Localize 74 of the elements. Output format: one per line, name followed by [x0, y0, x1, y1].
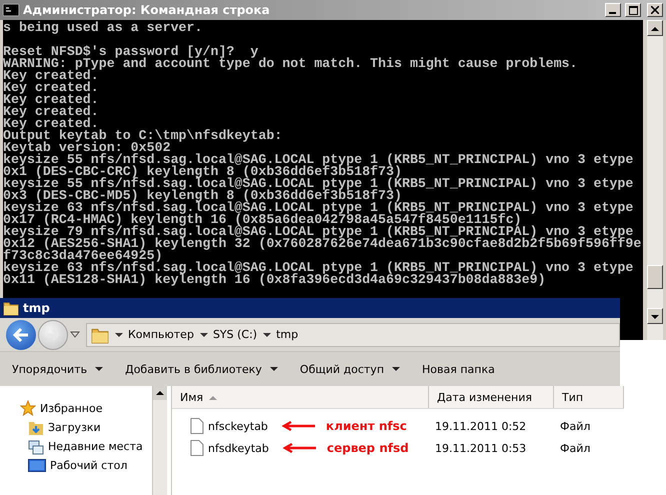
console-line: 0x3 (DES-CBC-MD5) keylength 8 (0xb36dd6ef3b518f73) [3, 190, 402, 202]
console-line: Output keytab to C:\tmp\nfsdkeytab: [3, 130, 284, 142]
folder-icon [3, 300, 19, 316]
column-header[interactable]: Имя [172, 386, 429, 408]
date-cell-text: 19.11.2011 0:52 [434, 420, 528, 432]
breadcrumb[interactable]: SYS (C:) [212, 328, 258, 341]
caret-icon[interactable] [115, 332, 123, 338]
annotation: клиент nfsc [326, 419, 407, 433]
console-line: Key created. [3, 70, 99, 82]
caret-icon[interactable] [263, 332, 272, 338]
window-title: Администратор: Командная строка [23, 3, 271, 17]
nav-header[interactable]: Избранное [40, 402, 102, 414]
console-line: Key created. [3, 118, 99, 130]
console-line: 0x11 (AES128-SHA1) keylength 16 (0x8fa396ecd3d4a69c329437b08da883e9) [3, 274, 547, 286]
console-line: keysize 55 nfs/nfsd.sag.local@SAG.LOCAL ptype 1 (KRB5_NT_PRINCIPAL) vno 3 etype [3, 154, 634, 166]
caret-icon [95, 366, 104, 372]
toolbar-button[interactable]: Добавить в библиотеку [121, 360, 282, 378]
console-line: s being used as a server. [3, 22, 204, 34]
recent-places-icon [28, 438, 44, 454]
arrow-icon [282, 421, 316, 431]
nav-item[interactable]: Загрузки [48, 421, 101, 434]
file-name[interactable]: nfsckeytab [208, 420, 268, 432]
close-icon [651, 6, 659, 14]
desktop-icon [28, 458, 46, 472]
toolbar-button[interactable]: Общий доступ [296, 360, 404, 378]
scroll-thumb[interactable] [647, 265, 663, 289]
console-line: Key created. [3, 106, 100, 118]
console-line: Reset NFSD$'s password [y/n]? y [3, 46, 259, 58]
dropdown-caret-icon[interactable] [70, 330, 80, 338]
file-name[interactable]: nfsdkeytab [208, 442, 269, 454]
address-bar[interactable]: Компьютер SYS (C:) tmp [86, 322, 620, 346]
window-title: tmp [23, 301, 50, 315]
scrollbar[interactable] [647, 20, 663, 340]
console-line: WARNING: pType and account type do not match. This might cause problems. [3, 58, 579, 70]
maximize-icon [628, 6, 638, 14]
console-line: Keytab version: 0x502 [3, 142, 171, 154]
console-line: 0x17 (RC4-HMAC) keylength 16 (0x85a6dea042798a45a547f8450e1115fc) [3, 214, 522, 226]
close-button[interactable] [647, 3, 663, 17]
toolbar-button[interactable]: Упорядочить [8, 360, 108, 378]
breadcrumb[interactable]: Компьютер [128, 328, 194, 341]
back-button[interactable] [6, 320, 36, 350]
arrow-icon [282, 443, 317, 453]
scroll-up-icon[interactable] [647, 20, 663, 36]
breadcrumb[interactable]: tmp [276, 328, 298, 341]
console-line: keysize 79 nfs/nfsd.sag.local@SAG.LOCAL ptype 1 (KRB5_NT_PRINCIPAL) vno 3 etype [3, 226, 634, 238]
console-line: f73c8c3da476ee64925) [3, 250, 163, 262]
caret-icon[interactable] [200, 332, 208, 338]
type-cell-text: Файл [559, 442, 590, 454]
column-header[interactable]: Дата изменения [429, 386, 554, 408]
console-line: Key created. [3, 94, 100, 106]
date-cell-text: 19.11.2011 0:53 [434, 442, 528, 454]
console-line: keysize 63 nfs/nfsd.sag.local@SAG.LOCAL ptype 1 (KRB5_NT_PRINCIPAL) vno 3 etype [3, 202, 634, 214]
nav-item[interactable]: Рабочий стол [50, 459, 128, 472]
console-line: keysize 55 nfs/nfsd.sag.local@SAG.LOCAL ptype 1 (KRB5_NT_PRINCIPAL) vno 3 etype [3, 178, 634, 190]
console-line: keysize 63 nfs/nfsd.sag.local@SAG.LOCAL ptype 1 (KRB5_NT_PRINCIPAL) vno 3 etype [3, 262, 634, 274]
downloads-folder-icon [28, 420, 44, 436]
caret-icon [392, 366, 400, 372]
maximize-button[interactable] [625, 3, 641, 17]
console-line: 0x12 (AES256-SHA1) keylength 32 (0x760287626e74dea671b3c90cfae8d2b2f5b69f596ff9e [3, 238, 642, 250]
console-icon [3, 4, 19, 16]
nav-item[interactable]: Недавние места [48, 440, 143, 453]
type-cell-text: Файл [559, 420, 590, 432]
toolbar-button[interactable]: Новая папка [418, 360, 499, 378]
sort-arrow-icon [209, 394, 218, 400]
file-icon [190, 440, 204, 456]
scroll-down-icon[interactable] [647, 308, 663, 324]
console-line: Key created. [3, 82, 100, 94]
star-icon [20, 400, 36, 416]
file-icon [190, 418, 204, 434]
caret-icon [270, 366, 278, 372]
console-line: 0x1 (DES-CBC-CRC) keylength 8 (0xb36dd6ef3b518f73) [3, 166, 402, 178]
column-header[interactable]: Тип [554, 386, 624, 408]
minimize-button[interactable] [605, 3, 621, 17]
annotation: сервер nfsd [326, 441, 409, 455]
